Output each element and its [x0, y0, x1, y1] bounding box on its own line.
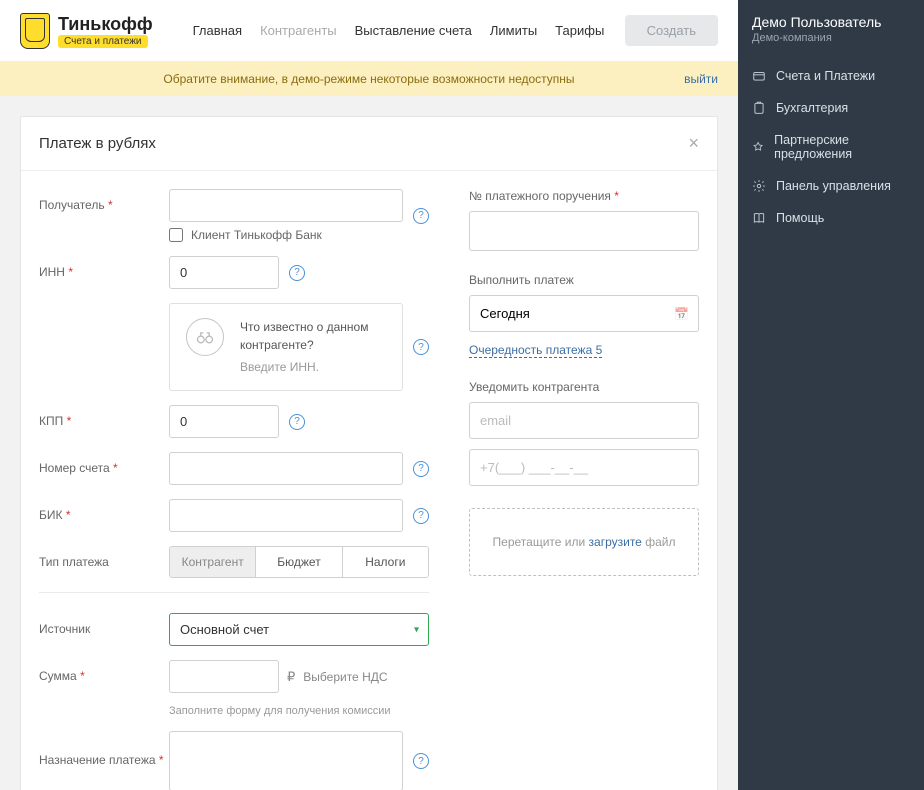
sidebar-item-accounting[interactable]: Бухгалтерия: [738, 92, 924, 124]
recipient-input[interactable]: [169, 189, 403, 222]
sidebar-item-label: Партнерские предложения: [774, 133, 910, 161]
upload-tail: файл: [645, 535, 675, 549]
sidebar-item-label: Помощь: [776, 211, 824, 225]
inn-label: ИНН: [39, 265, 65, 279]
create-button[interactable]: Создать: [625, 15, 718, 46]
clipboard-icon: [752, 101, 766, 115]
upload-text: Перетащите или: [493, 535, 586, 549]
nav-limits[interactable]: Лимиты: [490, 23, 537, 38]
logo[interactable]: Тинькофф Счета и платежи: [20, 13, 153, 49]
right-sidebar: Демо Пользователь Демо-компания Счета и …: [738, 0, 924, 790]
payment-card: Платеж в рублях × Получатель *: [20, 116, 718, 790]
nav-contractors[interactable]: Контрагенты: [260, 23, 337, 38]
payment-type-tabs: Контрагент Бюджет Налоги: [169, 546, 429, 578]
purpose-label: Назначение платежа: [39, 753, 156, 767]
source-select[interactable]: Основной счет: [169, 613, 429, 646]
order-number-label: № платежного поручения: [469, 189, 611, 203]
fee-note: Заполните форму для получения комиссии: [169, 705, 391, 717]
nav-main[interactable]: Главная: [193, 23, 242, 38]
kpp-input[interactable]: [169, 405, 279, 438]
notify-phone-input[interactable]: [469, 449, 699, 486]
execute-label: Выполнить платеж: [469, 273, 699, 287]
demo-banner: Обратите внимание, в демо-режиме некотор…: [0, 62, 738, 96]
nds-select[interactable]: Выберите НДС: [303, 670, 387, 684]
ruble-symbol: ₽: [287, 669, 295, 685]
sidebar-item-label: Панель управления: [776, 179, 891, 193]
notify-email-input[interactable]: [469, 402, 699, 439]
notify-label: Уведомить контрагента: [469, 380, 699, 394]
client-checkbox[interactable]: [169, 228, 183, 242]
sidebar-company: Демо-компания: [752, 32, 910, 44]
bik-input[interactable]: [169, 499, 403, 532]
nav-tariffs[interactable]: Тарифы: [555, 23, 604, 38]
gear-icon: [752, 179, 766, 193]
brand-name: Тинькофф: [58, 14, 153, 35]
help-icon[interactable]: ?: [413, 753, 429, 769]
card-title: Платеж в рублях: [39, 135, 156, 152]
nav-billing[interactable]: Выставление счета: [355, 23, 472, 38]
sidebar-user: Демо Пользователь: [752, 14, 910, 30]
close-icon[interactable]: ×: [688, 133, 699, 154]
book-icon: [752, 211, 766, 225]
help-icon[interactable]: ?: [413, 339, 429, 355]
source-label: Источник: [39, 622, 90, 636]
payment-type-label: Тип платежа: [39, 555, 109, 569]
inn-input[interactable]: [169, 256, 279, 289]
info-title: Что известно о данном контрагенте?: [240, 318, 386, 354]
sidebar-item-control[interactable]: Панель управления: [738, 170, 924, 202]
sidebar-item-label: Счета и Платежи: [776, 69, 875, 83]
sidebar-item-accounts[interactable]: Счета и Платежи: [738, 60, 924, 92]
brand-sub: Счета и платежи: [58, 35, 148, 48]
tab-budget[interactable]: Бюджет: [255, 547, 341, 577]
account-label: Номер счета: [39, 461, 110, 475]
star-icon: [752, 140, 764, 154]
info-sub: Введите ИНН.: [240, 358, 386, 376]
header: Тинькофф Счета и платежи Главная Контраг…: [0, 0, 738, 62]
exit-link[interactable]: выйти: [684, 72, 718, 86]
banner-text: Обратите внимание, в демо-режиме некотор…: [163, 72, 574, 86]
sidebar-item-partners[interactable]: Партнерские предложения: [738, 124, 924, 170]
help-icon[interactable]: ?: [413, 508, 429, 524]
purpose-textarea[interactable]: [169, 731, 403, 790]
client-checkbox-label: Клиент Тинькофф Банк: [191, 228, 322, 242]
recipient-label: Получатель: [39, 198, 105, 212]
binoculars-icon: [186, 318, 224, 356]
execute-date-input[interactable]: [469, 295, 699, 332]
wallet-icon: [752, 69, 766, 83]
file-upload-dropzone[interactable]: Перетащите или загрузите файл: [469, 508, 699, 576]
help-icon[interactable]: ?: [413, 208, 429, 224]
kpp-label: КПП: [39, 414, 63, 428]
sidebar-item-label: Бухгалтерия: [776, 101, 848, 115]
sidebar-item-help[interactable]: Помощь: [738, 202, 924, 234]
amount-input[interactable]: [169, 660, 279, 693]
help-icon[interactable]: ?: [289, 414, 305, 430]
help-icon[interactable]: ?: [413, 461, 429, 477]
priority-link[interactable]: Очередность платежа 5: [469, 343, 602, 358]
tab-tax[interactable]: Налоги: [342, 547, 428, 577]
help-icon[interactable]: ?: [289, 265, 305, 281]
logo-shield-icon: [20, 13, 50, 49]
upload-link[interactable]: загрузите: [589, 535, 642, 549]
order-number-input[interactable]: [469, 211, 699, 251]
contractor-info-box: Что известно о данном контрагенте? Введи…: [169, 303, 403, 391]
bik-label: БИК: [39, 508, 63, 522]
top-nav: Главная Контрагенты Выставление счета Ли…: [193, 23, 605, 38]
amount-label: Сумма: [39, 669, 77, 683]
account-input[interactable]: [169, 452, 403, 485]
tab-contractor[interactable]: Контрагент: [170, 547, 255, 577]
